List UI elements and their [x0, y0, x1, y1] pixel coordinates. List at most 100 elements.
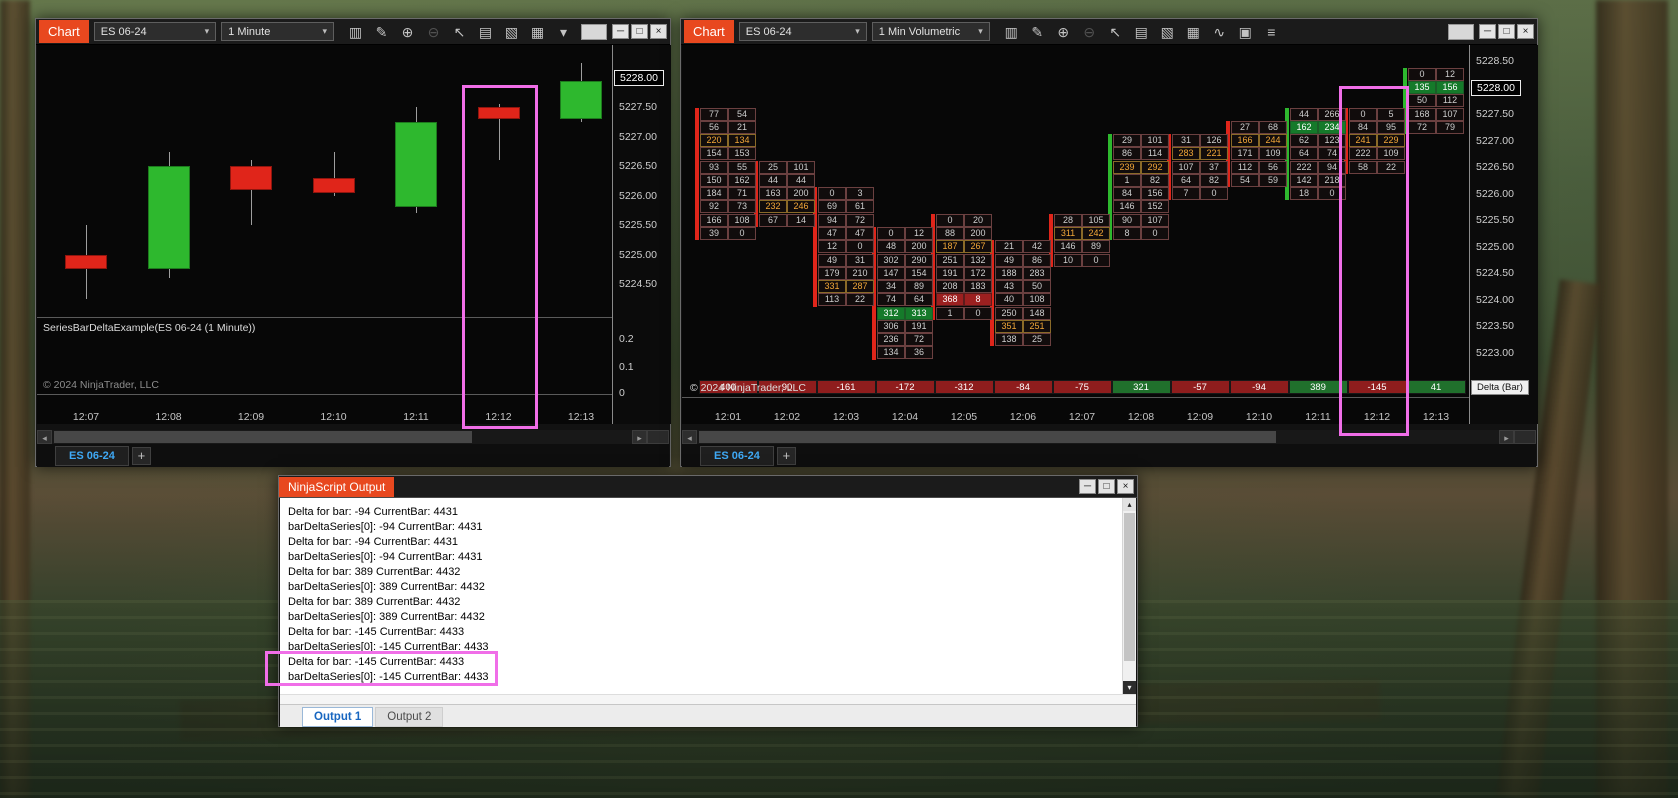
minimize-button[interactable]: ─ — [612, 24, 629, 39]
bid-volume: 135 — [1408, 81, 1436, 95]
horizontal-scrollbar[interactable]: ◂ ▸ — [37, 430, 669, 444]
instrument-dropdown[interactable]: ES 06-24 ▾ — [93, 22, 217, 41]
scrollbar-thumb[interactable] — [1124, 513, 1135, 661]
zigzag-icon[interactable]: ∿ — [1207, 22, 1232, 42]
footprint-cell: 44 44 — [759, 173, 815, 187]
minimize-button[interactable]: ─ — [1479, 24, 1496, 39]
ask-volume: 21 — [728, 120, 756, 134]
bid-volume: 220 — [700, 134, 728, 148]
scroll-down-icon[interactable]: ▾ — [1123, 681, 1136, 694]
ask-volume: 89 — [1082, 240, 1110, 254]
chart-style-icon[interactable]: ▥ — [999, 22, 1024, 42]
ask-volume: 101 — [1141, 134, 1169, 148]
bid-volume: 191 — [936, 266, 964, 280]
ask-volume: 71 — [728, 187, 756, 201]
output-line: barDeltaSeries[0]: 389 CurrentBar: 4432 — [288, 581, 485, 593]
output-line: Delta for bar: 389 CurrentBar: 4432 — [288, 566, 461, 578]
scroll-right-icon[interactable]: ▸ — [1499, 430, 1514, 444]
scroll-right-icon[interactable]: ▸ — [632, 430, 647, 444]
minimize-button[interactable]: ─ — [1079, 479, 1096, 494]
scroll-up-icon[interactable]: ▴ — [1123, 498, 1136, 511]
chart-tab-es-06-24[interactable]: ES 06-24 — [55, 445, 129, 466]
add-tab-button[interactable]: + — [776, 446, 796, 465]
zoom-in-icon[interactable]: ⊕ — [395, 22, 420, 42]
time-label: 12:06 — [1009, 411, 1037, 423]
output-line: Delta for bar: -94 CurrentBar: 4431 — [288, 506, 458, 518]
bid-volume: 84 — [1113, 187, 1141, 201]
zoom-out-icon[interactable]: ⊖ — [421, 22, 446, 42]
ask-volume: 3 — [846, 187, 874, 201]
cursor-icon[interactable]: ↖ — [1103, 22, 1128, 42]
indicator-panel-icon[interactable]: ▦ — [525, 22, 550, 42]
ask-volume: 153 — [728, 147, 756, 161]
data-box-icon[interactable]: ▤ — [473, 22, 498, 42]
window-controls: ─ □ × — [1079, 479, 1134, 494]
chart-trader-icon[interactable]: ▧ — [1155, 22, 1180, 42]
indicator-panel-icon[interactable]: ▦ — [1181, 22, 1206, 42]
cursor-icon[interactable]: ↖ — [447, 22, 472, 42]
scrollbar-grip[interactable] — [647, 430, 669, 444]
scrollbar-grip[interactable] — [1514, 430, 1536, 444]
ask-volume: 112 — [1436, 94, 1464, 108]
bid-volume: 8 — [1113, 227, 1141, 241]
footprint-cell: 283 221 — [1172, 147, 1228, 161]
close-button[interactable]: × — [1117, 479, 1134, 494]
output-titlebar[interactable]: NinjaScript Output ─ □ × — [279, 476, 1137, 498]
footprint-cell: 163 200 — [759, 187, 815, 201]
last-price-marker: 5228.00 — [614, 70, 664, 86]
close-button[interactable]: × — [1517, 24, 1534, 39]
output-tab-output-1[interactable]: Output 1 — [302, 707, 374, 727]
candle-body — [560, 80, 602, 120]
draw-icon[interactable]: ✎ — [1025, 22, 1050, 42]
bid-volume: 250 — [995, 306, 1023, 320]
zoom-out-icon[interactable]: ⊖ — [1077, 22, 1102, 42]
footprint-cell: 88 200 — [936, 227, 992, 241]
delta-axis-label: Delta (Bar) — [1471, 380, 1529, 395]
chart-tab-es-06-24[interactable]: ES 06-24 — [700, 445, 774, 466]
scrollbar-thumb[interactable] — [54, 431, 472, 443]
left-titlebar[interactable]: Chart ES 06-24 ▾ 1 Minute ▾ ▥ ✎ ⊕ ⊖ ↖ ▤ ▧ ▦ ▾ ─ □… — [36, 19, 670, 45]
draw-icon[interactable]: ✎ — [369, 22, 394, 42]
ask-volume: 107 — [1141, 213, 1169, 227]
ask-volume: 148 — [1023, 306, 1051, 320]
footprint-cell: 135 156 — [1408, 81, 1464, 95]
scrollbar-track[interactable] — [52, 430, 632, 444]
bid-volume: 0 — [1408, 67, 1436, 81]
ask-volume: 47 — [846, 227, 874, 241]
bid-volume: 351 — [995, 319, 1023, 333]
maximize-button[interactable]: □ — [631, 24, 648, 39]
horizontal-scrollbar[interactable] — [280, 694, 1136, 704]
highlight-box-current-bar — [1339, 86, 1409, 436]
link-button[interactable] — [581, 23, 607, 40]
list-icon[interactable]: ≡ — [1259, 22, 1284, 42]
zoom-in-icon[interactable]: ⊕ — [1051, 22, 1076, 42]
toolbar-dropdown-icon[interactable]: ▾ — [551, 22, 576, 42]
time-label: 12:08 — [1127, 411, 1155, 423]
close-button[interactable]: × — [650, 24, 667, 39]
data-box-icon[interactable]: ▤ — [1129, 22, 1154, 42]
scrollbar-thumb[interactable] — [699, 431, 1277, 443]
maximize-button[interactable]: □ — [1498, 24, 1515, 39]
chart-trader-icon[interactable]: ▧ — [499, 22, 524, 42]
link-button[interactable] — [1448, 23, 1474, 40]
snap-mode-icon[interactable]: ▣ — [1233, 22, 1258, 42]
interval-dropdown[interactable]: 1 Min Volumetric ▾ — [871, 22, 990, 41]
right-price-axis[interactable]: 5228.50 5228.00 5227.50 5227.00 5226.50 5226.… — [1469, 45, 1538, 424]
price-tick: 5227.50 — [619, 101, 657, 114]
chart-style-icon[interactable]: ▥ — [343, 22, 368, 42]
price-tick: 5225.50 — [1476, 214, 1514, 227]
instrument-dropdown[interactable]: ES 06-24 ▾ — [738, 22, 867, 41]
right-titlebar[interactable]: Chart ES 06-24 ▾ 1 Min Volumetric ▾ ▥ ✎ ⊕ ⊖… — [681, 19, 1537, 45]
output-tab-output-2[interactable]: Output 2 — [375, 707, 444, 727]
left-price-axis[interactable]: 5228.00 5227.50 5227.00 5226.50 5226.00 5225.… — [612, 45, 671, 424]
add-tab-button[interactable]: + — [131, 446, 151, 465]
footprint-cell: 311 242 — [1054, 227, 1110, 241]
price-tick: 5223.50 — [1476, 320, 1514, 333]
scroll-left-icon[interactable]: ◂ — [682, 430, 697, 444]
footprint-cell: 146 152 — [1113, 200, 1169, 214]
vertical-scrollbar[interactable]: ▴ ▾ — [1122, 498, 1136, 694]
ask-volume: 108 — [1023, 293, 1051, 307]
interval-dropdown[interactable]: 1 Minute ▾ — [221, 22, 334, 41]
maximize-button[interactable]: □ — [1098, 479, 1115, 494]
scroll-left-icon[interactable]: ◂ — [37, 430, 52, 444]
